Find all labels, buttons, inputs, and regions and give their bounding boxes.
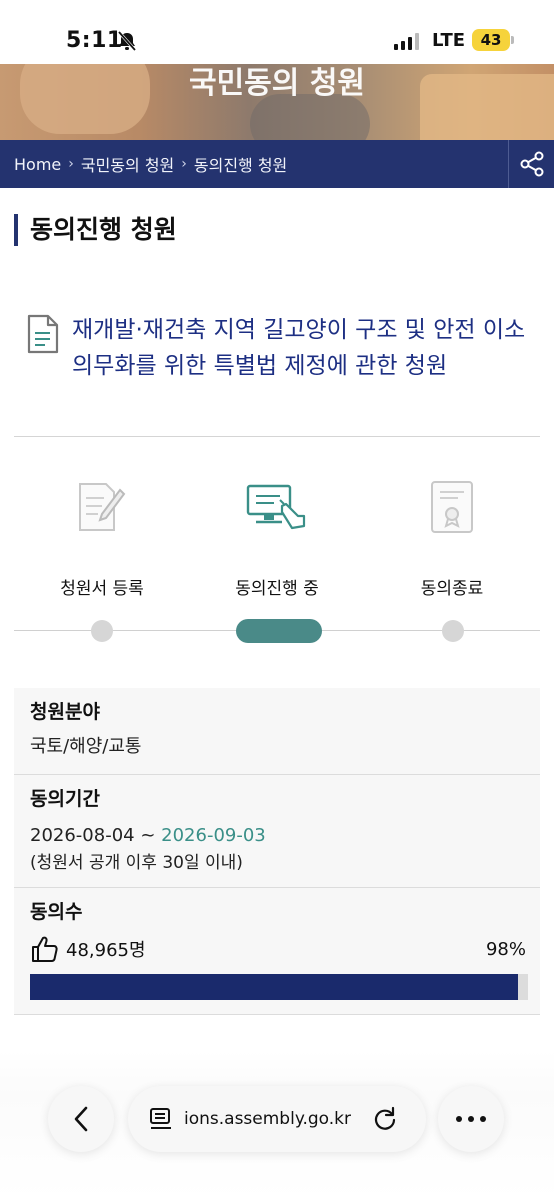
info-row-count: 동의수 48,965명 98% (14, 888, 540, 1015)
network-type: LTE (432, 30, 466, 51)
thumbs-up-icon (32, 936, 58, 962)
count-line: 48,965명 98% (30, 934, 526, 964)
url-text: ions.assembly.go.kr (184, 1109, 351, 1129)
step-label: 동의종료 (420, 579, 484, 599)
period-end: 2026-09-03 (161, 825, 266, 846)
period-note: (청원서 공개 이후 30일 이내) (30, 853, 243, 873)
document-icon (27, 314, 59, 354)
document-pen-icon (14, 470, 190, 544)
more-button[interactable] (438, 1086, 504, 1152)
hero-title: 국민동의 청원 (188, 66, 366, 101)
petition-title-block: 재개발·재건축 지역 길고양이 구조 및 안전 이소 의무화를 위한 특별법 제… (26, 312, 526, 384)
count-left: 48,965명 (30, 934, 146, 964)
browser-toolbar: ions.assembly.go.kr (0, 1050, 554, 1200)
breadcrumb-home[interactable]: Home (14, 155, 61, 174)
reload-icon[interactable] (372, 1106, 398, 1132)
share-icon (520, 151, 543, 177)
hero-banner: 국민동의 청원 (0, 64, 554, 142)
period-separator: ~ (134, 825, 162, 846)
status-bar: 5:11 LTE 43 (0, 0, 554, 64)
battery-icon: 43 (472, 29, 510, 51)
page: 5:11 LTE 43 국민동의 청원 Home › 국민동의 청원 › 동의진… (0, 0, 554, 1200)
field-label: 청원분야 (30, 701, 100, 723)
signal-icon (394, 32, 419, 50)
percent-text: 98% (485, 938, 526, 960)
breadcrumb-bar: Home › 국민동의 청원 › 동의진행 청원 (0, 140, 554, 188)
breadcrumb: Home › 국민동의 청원 › 동의진행 청원 (0, 152, 508, 176)
step-dot (91, 620, 113, 642)
progress-bar (30, 974, 528, 1000)
monitor-hand-icon (189, 470, 365, 544)
petition-title: 재개발·재건축 지역 길고양이 구조 및 안전 이소 의무화를 위한 특별법 제… (72, 317, 526, 379)
step-in-progress: 동의진행 중 (189, 470, 365, 599)
chevron-right-icon: › (68, 156, 74, 172)
address-bar[interactable]: ions.assembly.go.kr (128, 1086, 426, 1152)
step-dot (442, 620, 464, 642)
step-closed: 동의종료 (364, 470, 540, 599)
share-button[interactable] (508, 140, 554, 188)
step-label: 청원서 등록 (60, 579, 144, 599)
info-row-period: 동의기간 2026-08-04 ~ 2026-09-03 (청원서 공개 이후 … (14, 775, 540, 888)
reader-mode-icon[interactable] (148, 1106, 174, 1132)
count-label: 동의수 (30, 901, 83, 923)
breadcrumb-petitions[interactable]: 국민동의 청원 (81, 152, 174, 176)
period-start: 2026-08-04 (30, 825, 135, 846)
page-title: 동의진행 청원 (14, 214, 177, 246)
battery-tip (511, 36, 514, 44)
certificate-icon (364, 470, 540, 544)
step-label: 동의진행 중 (235, 579, 319, 599)
count-value: 48,965명 (66, 940, 146, 961)
chevron-left-icon (74, 1106, 88, 1132)
status-time: 5:11 (66, 28, 123, 53)
back-button[interactable] (48, 1086, 114, 1152)
bell-muted-icon (116, 31, 138, 51)
more-icon (456, 1116, 486, 1122)
step-active-indicator (236, 619, 322, 643)
info-row-field: 청원분야 국토/해양/교통 (14, 688, 540, 775)
field-value: 국토/해양/교통 (30, 736, 142, 757)
period-label: 동의기간 (30, 788, 100, 810)
period-value: 2026-08-04 ~ 2026-09-03 (30, 821, 524, 851)
step-registration: 청원서 등록 (14, 470, 190, 599)
progress-steps: 청원서 등록 동의진행 중 동의종료 (14, 470, 540, 650)
divider (14, 436, 540, 437)
chevron-right-icon: › (181, 156, 187, 172)
breadcrumb-current[interactable]: 동의진행 청원 (194, 152, 287, 176)
petition-info: 청원분야 국토/해양/교통 동의기간 2026-08-04 ~ 2026-09-… (14, 688, 540, 1015)
progress-bar-fill (30, 974, 519, 1000)
